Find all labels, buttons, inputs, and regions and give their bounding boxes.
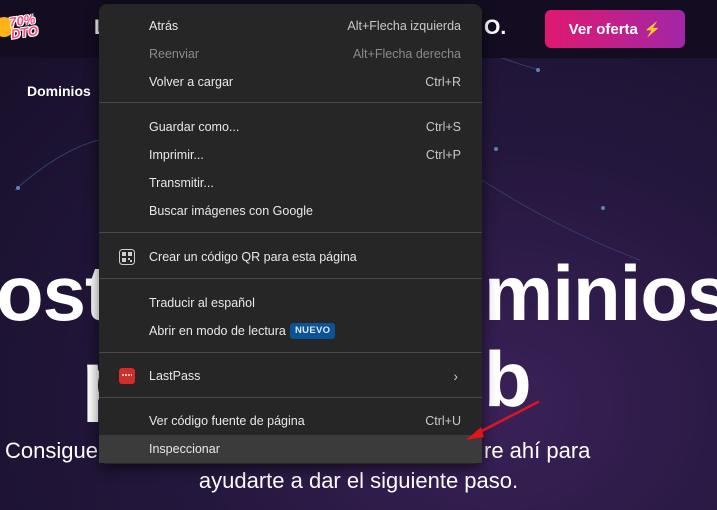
annotation-arrow-icon: [466, 400, 540, 440]
